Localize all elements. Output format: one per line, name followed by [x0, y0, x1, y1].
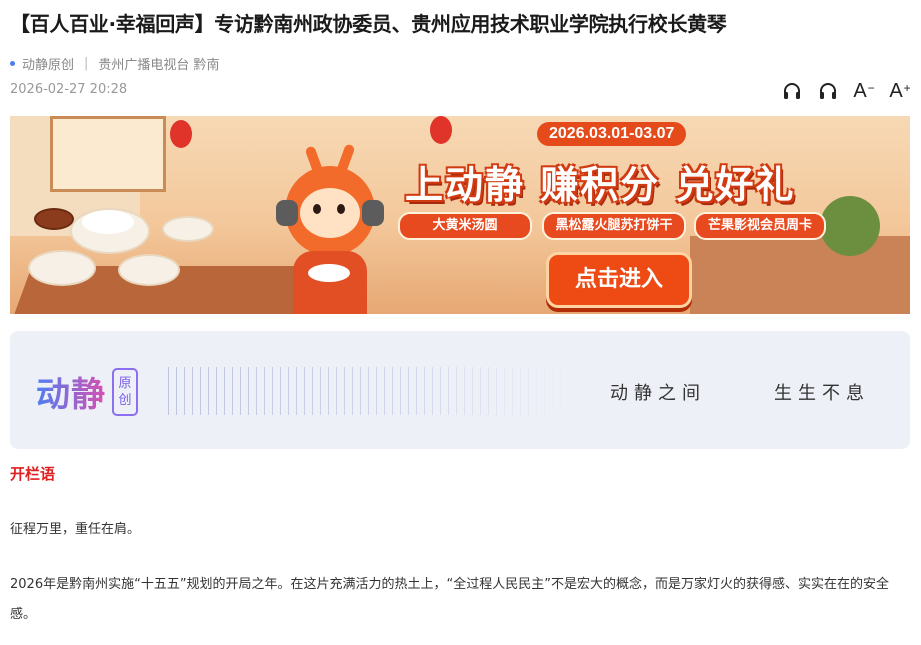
- logo-badge-char: 原: [118, 375, 132, 391]
- logo-badge-char: 创: [118, 392, 132, 408]
- banner-window: [50, 116, 166, 192]
- tangyuan-icon: [82, 210, 134, 234]
- meta-separator: |: [84, 55, 89, 71]
- plant-icon: [820, 196, 880, 256]
- logo-badge: 原 创: [112, 367, 138, 416]
- font-increase-button[interactable]: A +: [889, 80, 911, 102]
- plate-icon: [28, 250, 96, 286]
- plate-icon: [118, 254, 180, 286]
- headphones-icon: [276, 200, 298, 226]
- mascot-body: [293, 251, 367, 314]
- promo-banner[interactable]: 2026.03.01-03.07 上动静 赚积分 兑好礼 大黄米汤圆 黑松露火腿…: [10, 116, 910, 314]
- plate-icon: [34, 208, 74, 230]
- channel-label[interactable]: 贵州广播电视台 黔南: [98, 54, 219, 73]
- listen-button-alt[interactable]: [817, 80, 839, 102]
- slogan-right: 生生不息: [774, 383, 870, 404]
- font-decrease-label: A: [853, 80, 867, 102]
- paragraph: 征程万里，重任在肩。: [10, 522, 141, 537]
- article-meta: 动静原创 | 贵州广播电视台 黔南: [10, 54, 220, 73]
- banner-headline: 上动静 赚积分 兑好礼: [405, 163, 796, 207]
- headphones-icon: [820, 83, 836, 99]
- font-increase-label: A: [889, 80, 903, 102]
- publish-date: 2026-02-27 20:28: [10, 82, 128, 97]
- font-decrease-mark: −: [867, 81, 875, 95]
- banner-tag: 黑松露火腿苏打饼干: [542, 212, 686, 240]
- source-dot-icon: [10, 60, 15, 66]
- slogan-left: 动静之间: [610, 383, 706, 404]
- logo-text: 动静: [36, 367, 106, 416]
- mascot-eye: [337, 204, 345, 214]
- mascot-face: [300, 188, 360, 238]
- tangyuan-icon: [308, 264, 350, 282]
- banner-shelf: [690, 236, 910, 314]
- brand-card: 动静 原 创 动静之间 生生不息: [10, 331, 910, 449]
- banner-date-range: 2026.03.01-03.07: [537, 122, 687, 146]
- dongjing-logo: 动静 原 创: [36, 367, 138, 416]
- headphones-icon: [362, 200, 384, 226]
- section-title: 开栏语: [10, 465, 56, 483]
- enter-button[interactable]: 点击进入: [546, 252, 692, 308]
- lantern-icon: [430, 116, 452, 144]
- headphones-icon: [784, 83, 800, 99]
- paragraph: 2026年是黔南州实施“十五五”规划的开局之年。在这片充满活力的热土上，“全过程…: [10, 577, 890, 622]
- article-title: 【百人百业·幸福回声】专访黔南州政协委员、贵州应用技术职业学院执行校长黄琴: [10, 12, 727, 36]
- banner-tag: 芒果影视会员周卡: [694, 212, 826, 240]
- mascot-eye: [313, 204, 321, 214]
- source-label[interactable]: 动静原创: [22, 54, 74, 73]
- font-decrease-button[interactable]: A −: [853, 80, 875, 102]
- lantern-icon: [170, 120, 192, 148]
- reader-toolbar: A − A +: [781, 80, 911, 102]
- font-increase-mark: +: [903, 81, 911, 95]
- decorative-stripes: [168, 367, 568, 415]
- banner-tag: 大黄米汤圆: [398, 212, 532, 240]
- listen-button[interactable]: [781, 80, 803, 102]
- plate-icon: [162, 216, 214, 242]
